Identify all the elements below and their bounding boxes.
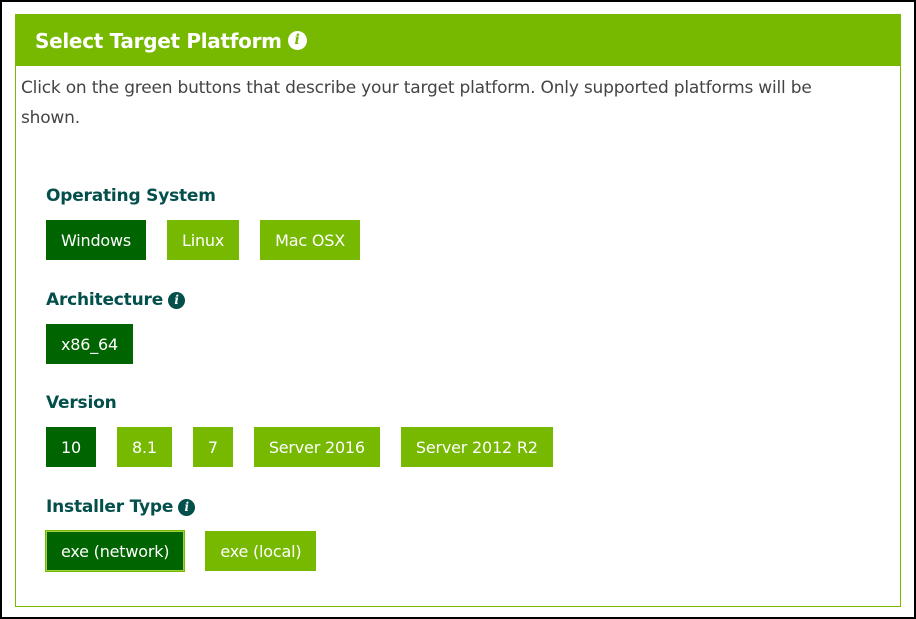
info-circle-icon[interactable]: i [168,291,186,309]
installer-button-exe-local[interactable]: exe (local) [205,531,317,571]
panel-header: Select Target Platform i [16,15,900,66]
info-circle-icon[interactable]: i [178,498,196,516]
window-frame: Select Target Platform i Click on the gr… [0,0,916,619]
version-button-server-2016[interactable]: Server 2016 [253,427,380,467]
installer-type-label-text: Installer Type [46,497,174,517]
section-label-version: Version [46,393,117,413]
version-label-text: Version [46,393,117,413]
intro-text: Click on the green buttons that describe… [21,78,812,128]
panel-title: Select Target Platform [35,28,282,53]
section-label-installer-type: Installer Type i [46,497,196,517]
os-button-mac-osx[interactable]: Mac OSX [260,220,360,260]
section-label-operating-system: Operating System [46,186,216,206]
installer-button-exe-network[interactable]: exe (network) [44,530,186,572]
version-options: 10 8.1 7 Server 2016 Server 2012 R2 [46,427,553,467]
operating-system-label-text: Operating System [46,186,216,206]
arch-options: x86_64 [46,324,133,364]
section-label-architecture: Architecture i [46,290,186,310]
version-button-7[interactable]: 7 [192,427,233,467]
version-button-server-2012-r2[interactable]: Server 2012 R2 [400,427,553,467]
version-button-10[interactable]: 10 [46,427,96,467]
info-circle-icon[interactable]: i [287,31,307,50]
os-button-windows[interactable]: Windows [46,220,147,260]
installer-options: exe (network) exe (local) [44,530,317,572]
os-options: Windows Linux Mac OSX [46,220,360,260]
version-button-8-1[interactable]: 8.1 [116,427,172,467]
arch-button-x86-64[interactable]: x86_64 [46,324,133,364]
os-button-linux[interactable]: Linux [167,220,240,260]
architecture-label-text: Architecture [46,290,164,310]
